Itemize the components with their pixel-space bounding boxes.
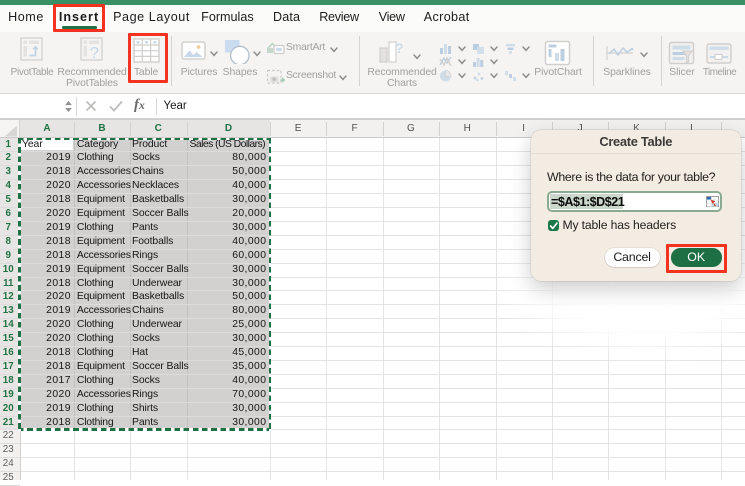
svg-text:?: ?: [395, 40, 404, 56]
svg-text:?: ?: [90, 45, 99, 62]
